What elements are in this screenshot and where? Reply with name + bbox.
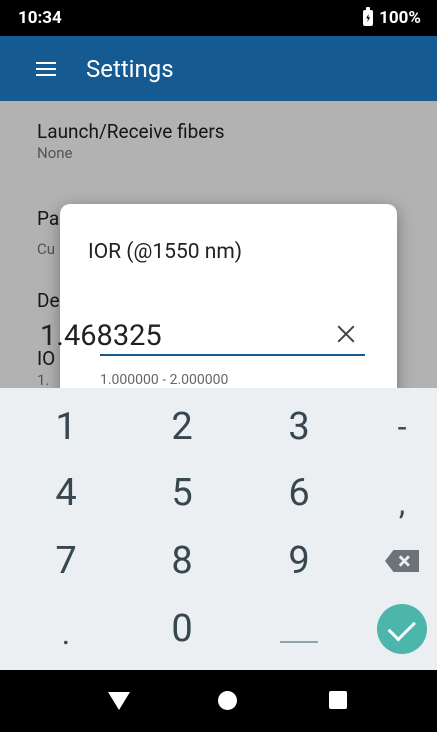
back-icon[interactable] <box>108 692 130 710</box>
screen: 10:34 100% Settings Launch/Receive fiber… <box>0 0 437 732</box>
key-6[interactable]: 6 <box>249 458 349 528</box>
backspace-key[interactable] <box>352 526 437 596</box>
done-key[interactable] <box>352 594 437 664</box>
page-title: Settings <box>86 54 174 83</box>
space-key[interactable] <box>249 594 349 664</box>
key-0[interactable]: 0 <box>132 594 232 664</box>
ior-input[interactable] <box>40 318 280 354</box>
key-7[interactable]: 7 <box>16 526 116 596</box>
backspace-icon <box>385 550 419 572</box>
clear-icon[interactable] <box>336 324 356 344</box>
done-button[interactable] <box>377 604 427 654</box>
key-period[interactable]: . <box>16 598 116 668</box>
navigation-bar <box>0 670 437 732</box>
key-9[interactable]: 9 <box>249 526 349 596</box>
status-time: 10:34 <box>18 8 62 28</box>
status-bar: 10:34 100% <box>0 0 437 36</box>
key-8[interactable]: 8 <box>132 526 232 596</box>
dialog-title: IOR (@1550 nm) <box>88 240 243 264</box>
app-bar: Settings <box>0 36 437 101</box>
numeric-keyboard: 1 2 3 - 4 5 6 , 7 8 9 . 0 <box>0 388 437 670</box>
hamburger-menu-icon[interactable] <box>36 61 56 77</box>
key-5[interactable]: 5 <box>132 458 232 528</box>
range-hint: 1.000000 - 2.000000 <box>100 372 229 388</box>
battery-level: 100% <box>379 8 421 28</box>
recent-apps-icon[interactable] <box>329 691 347 709</box>
key-minus[interactable]: - <box>352 392 437 462</box>
key-1[interactable]: 1 <box>16 392 116 462</box>
input-underline <box>100 354 365 356</box>
checkmark-icon <box>387 612 416 642</box>
key-3[interactable]: 3 <box>249 392 349 462</box>
battery-charging-icon <box>363 7 374 26</box>
space-bar-icon <box>280 641 318 643</box>
key-2[interactable]: 2 <box>132 392 232 462</box>
key-4[interactable]: 4 <box>16 458 116 528</box>
battery-indicator: 100% <box>363 7 421 28</box>
home-icon[interactable] <box>218 691 237 710</box>
